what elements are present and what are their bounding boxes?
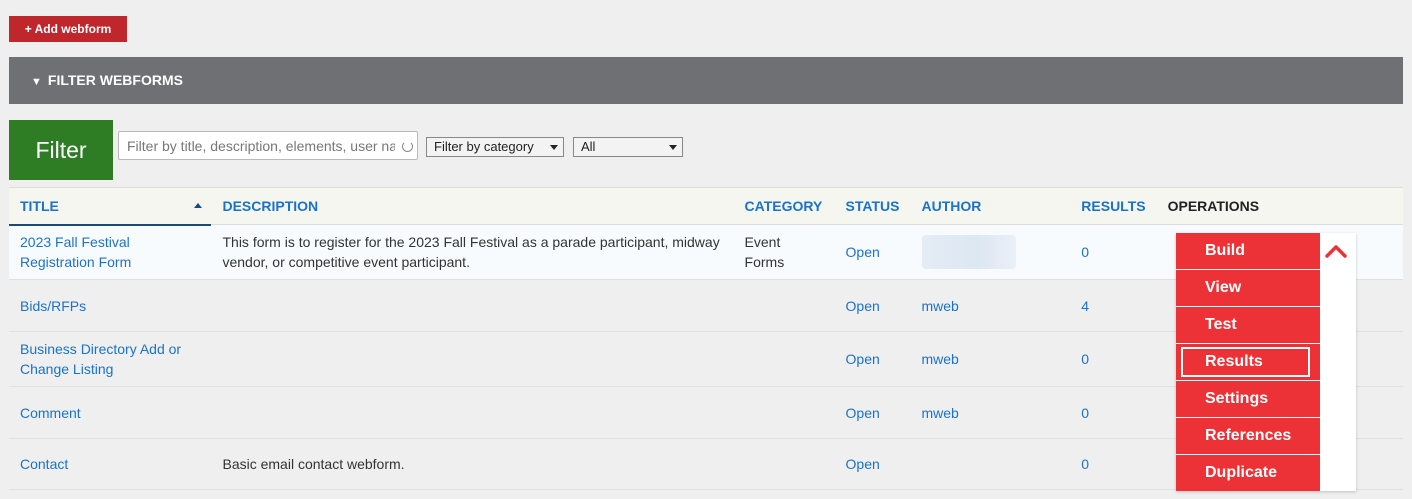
- filter-webforms-label: FILTER WEBFORMS: [47, 72, 183, 88]
- webform-results-link[interactable]: 0: [1081, 244, 1089, 260]
- loading-spinner-icon: [402, 141, 413, 152]
- webform-category: [733, 279, 835, 332]
- webform-results-link[interactable]: 0: [1081, 351, 1089, 367]
- sort-ascending-icon: [194, 203, 203, 208]
- webform-author-link[interactable]: mweb: [922, 405, 959, 421]
- webform-description: [211, 279, 734, 332]
- column-header-title[interactable]: TITLE: [9, 187, 212, 226]
- chevron-down-icon: [550, 145, 558, 150]
- webform-title-link[interactable]: 2023 Fall Festival Registration Form: [20, 234, 131, 270]
- filter-button[interactable]: Filter: [9, 120, 113, 180]
- webform-description: Basic email contact webform.: [211, 438, 734, 490]
- operation-test[interactable]: Test: [1176, 307, 1320, 343]
- operation-references[interactable]: References: [1176, 418, 1320, 454]
- column-header-status[interactable]: STATUS: [834, 187, 911, 225]
- webform-description: This form is to register for the 2023 Fa…: [211, 224, 734, 280]
- operation-build[interactable]: Build: [1176, 233, 1320, 269]
- operation-results[interactable]: Results: [1176, 344, 1320, 380]
- column-header-description[interactable]: DESCRIPTION: [211, 187, 734, 225]
- category-select-value: Filter by category: [434, 139, 534, 154]
- chevron-down-icon: [669, 145, 677, 150]
- state-select-value: All: [581, 139, 596, 154]
- column-header-category[interactable]: CATEGORY: [733, 187, 835, 225]
- webform-status[interactable]: Open: [846, 298, 880, 314]
- webform-results-link[interactable]: 0: [1081, 456, 1089, 472]
- column-header-results[interactable]: RESULTS: [1070, 187, 1157, 225]
- table-header-row: TITLE DESCRIPTION CATEGORY STATUS AUTHOR…: [9, 187, 1403, 226]
- webform-category: Event Forms: [733, 224, 835, 280]
- webform-status[interactable]: Open: [846, 456, 880, 472]
- webform-results-link[interactable]: 0: [1081, 405, 1089, 421]
- webform-category: [733, 438, 835, 490]
- search-input[interactable]: [118, 131, 418, 160]
- webform-author-link[interactable]: mweb: [922, 298, 959, 314]
- webform-status[interactable]: Open: [846, 405, 880, 421]
- webform-title-link[interactable]: Bids/RFPs: [20, 298, 86, 314]
- operations-dropdown: Build View Test Results Settings Referen…: [1176, 233, 1356, 491]
- webform-category: [733, 386, 835, 439]
- webform-category: [733, 331, 835, 387]
- triangle-down-icon: ▼: [31, 76, 42, 88]
- operation-settings[interactable]: Settings: [1176, 381, 1320, 417]
- operations-collapse-toggle[interactable]: [1322, 239, 1350, 263]
- webform-results-link[interactable]: 4: [1081, 298, 1089, 314]
- state-select[interactable]: All: [573, 137, 683, 157]
- category-select[interactable]: Filter by category: [426, 137, 564, 157]
- webform-title-link[interactable]: Comment: [20, 405, 81, 421]
- filter-webforms-toggle[interactable]: ▼ FILTER WEBFORMS: [9, 57, 1403, 104]
- webform-author-link[interactable]: mweb: [922, 351, 959, 367]
- redacted-author: [921, 235, 1016, 269]
- webform-description: [211, 386, 734, 439]
- column-header-author[interactable]: AUTHOR: [910, 187, 1071, 225]
- column-header-operations: OPERATIONS: [1156, 187, 1403, 225]
- add-webform-button[interactable]: + Add webform: [9, 16, 127, 42]
- operation-duplicate[interactable]: Duplicate: [1176, 455, 1320, 491]
- webform-status[interactable]: Open: [846, 351, 880, 367]
- webform-status[interactable]: Open: [846, 244, 880, 260]
- webform-title-link[interactable]: Business Directory Add or Change Listing: [20, 341, 181, 377]
- webform-title-link[interactable]: Contact: [20, 456, 68, 472]
- operation-view[interactable]: View: [1176, 270, 1320, 306]
- chevron-up-icon: [1325, 245, 1347, 258]
- webform-description: [211, 331, 734, 387]
